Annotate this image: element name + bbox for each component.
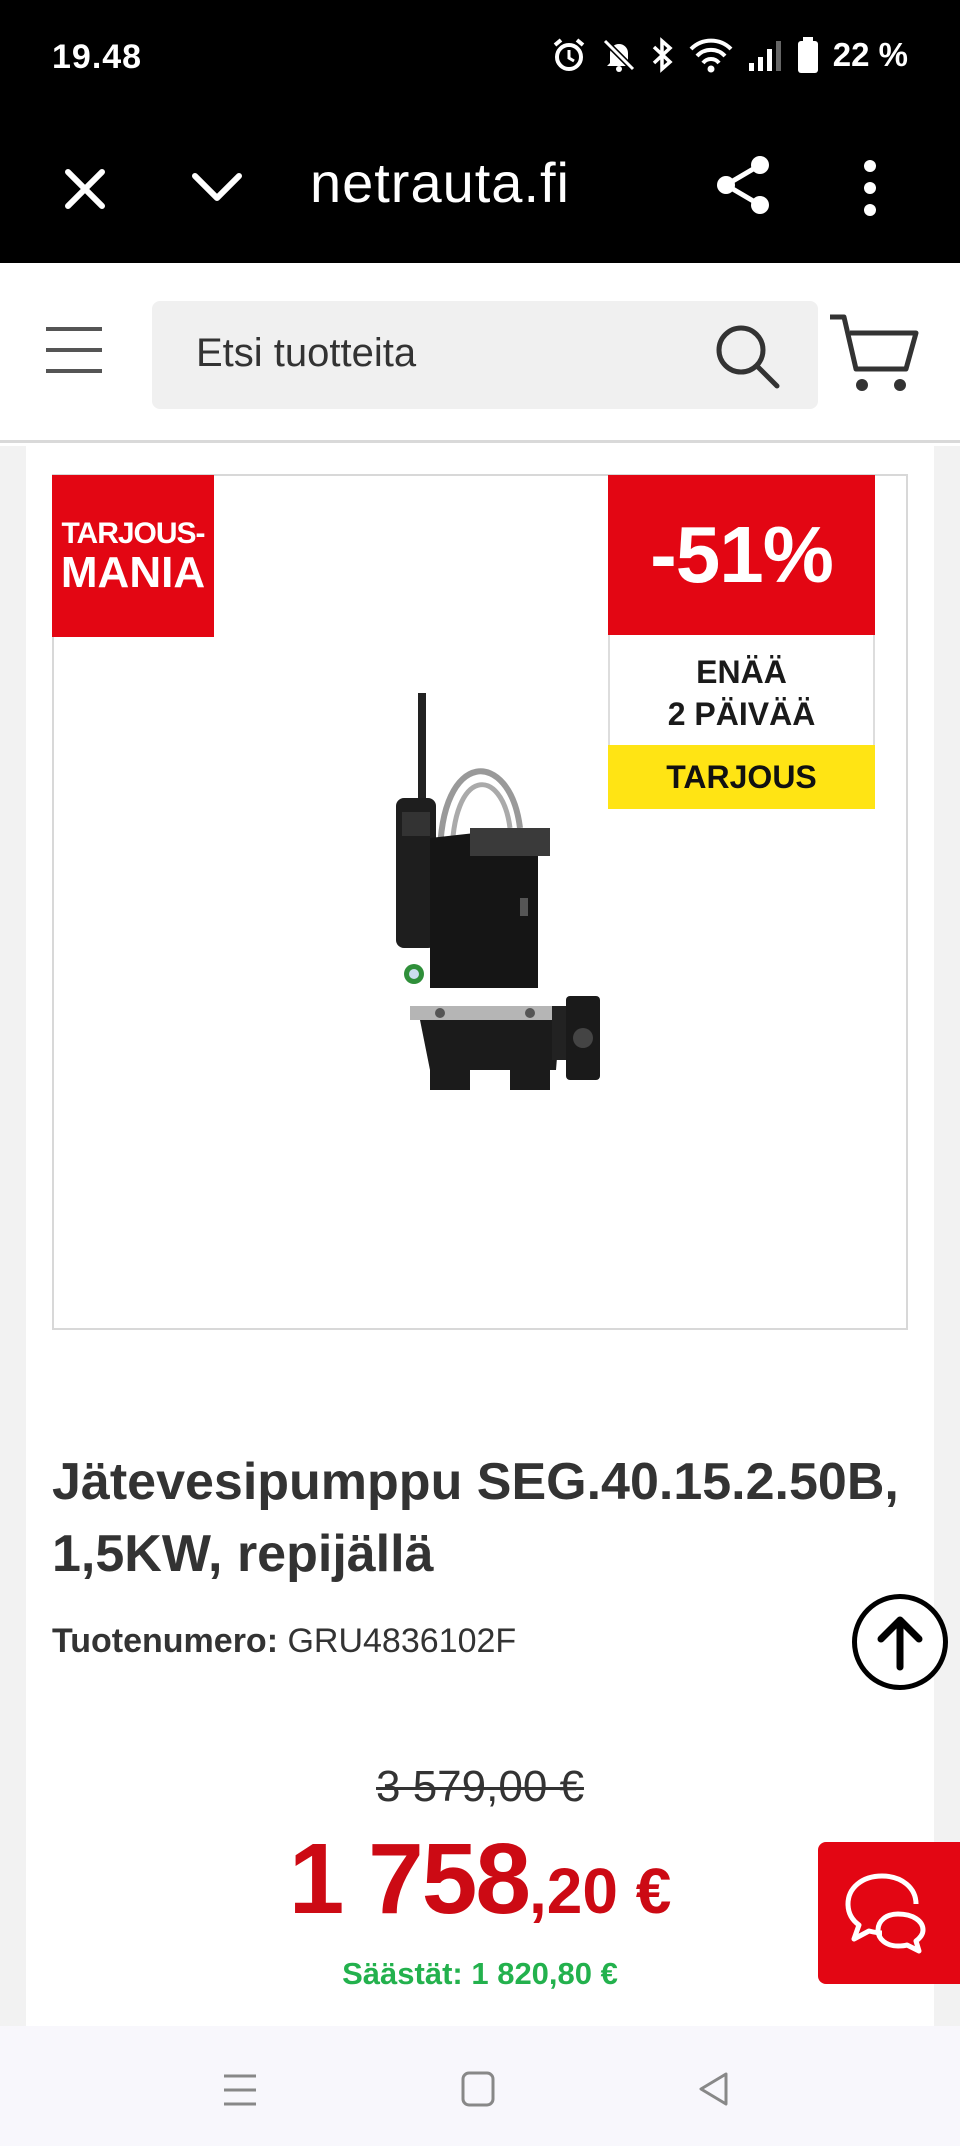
url-display[interactable]: netrauta.fi xyxy=(310,150,570,215)
status-time: 19.48 xyxy=(52,38,143,76)
chat-icon xyxy=(845,1873,926,1954)
status-icons: 22 % xyxy=(551,36,908,74)
cart-icon[interactable] xyxy=(828,311,920,397)
browser-toolbar: netrauta.fi xyxy=(0,118,960,263)
days-left-badge: ENÄÄ 2 PÄIVÄÄ xyxy=(608,635,875,745)
share-icon[interactable] xyxy=(714,154,772,216)
menu-icon[interactable] xyxy=(44,325,104,375)
days-left-line1: ENÄÄ xyxy=(696,654,787,690)
chat-button[interactable] xyxy=(818,1842,960,1984)
system-navigation-bar xyxy=(0,2026,960,2146)
sku-value: GRU4836102F xyxy=(287,1622,517,1660)
home-icon[interactable] xyxy=(460,2070,496,2108)
sku-label: Tuotenumero: xyxy=(52,1622,279,1660)
close-icon[interactable] xyxy=(60,164,110,214)
offer-badge: TARJOUS xyxy=(608,745,875,809)
wifi-icon xyxy=(689,38,733,73)
sale-price-cents: ,20 € xyxy=(528,1855,672,1927)
bluetooth-icon xyxy=(652,37,673,73)
campaign-badge: TARJOUS- MANIA xyxy=(52,475,214,637)
recent-apps-icon[interactable] xyxy=(222,2072,258,2108)
site-header xyxy=(0,263,960,443)
discount-badge: -51% xyxy=(608,475,875,635)
alarm-icon xyxy=(553,38,585,71)
product-title: Jätevesipumppu SEG.40.15.2.50B, 1,5KW, r… xyxy=(52,1453,899,1583)
mute-icon xyxy=(602,38,635,72)
search-icon[interactable] xyxy=(712,321,782,391)
back-icon[interactable] xyxy=(696,2070,732,2108)
scroll-to-top-button[interactable] xyxy=(852,1594,948,1690)
more-icon[interactable] xyxy=(860,158,880,218)
savings-text: Säästät: 1 820,80 € xyxy=(342,1956,618,1991)
days-left-line2: 2 PÄIVÄÄ xyxy=(667,696,816,732)
product-sku: Tuotenumero: GRU4836102F xyxy=(52,1622,516,1661)
chevron-down-icon[interactable] xyxy=(190,170,244,204)
original-price: 3 579,00 € xyxy=(376,1762,584,1811)
battery-icon xyxy=(797,37,818,73)
campaign-badge-line2: MANIA xyxy=(60,548,206,597)
arrow-up-icon xyxy=(877,1616,923,1671)
search-input[interactable] xyxy=(196,331,676,376)
product-pump-image[interactable] xyxy=(370,688,610,1098)
signal-icon xyxy=(748,41,781,71)
campaign-badge-line1: TARJOUS- xyxy=(61,517,205,550)
status-bar: 19.48 22 % xyxy=(0,0,960,118)
sale-price: 1 758,20 € xyxy=(0,1822,960,1937)
battery-percent: 22 % xyxy=(832,36,908,73)
search-bar[interactable] xyxy=(152,301,818,409)
sale-price-main: 1 758 xyxy=(288,1823,531,1935)
